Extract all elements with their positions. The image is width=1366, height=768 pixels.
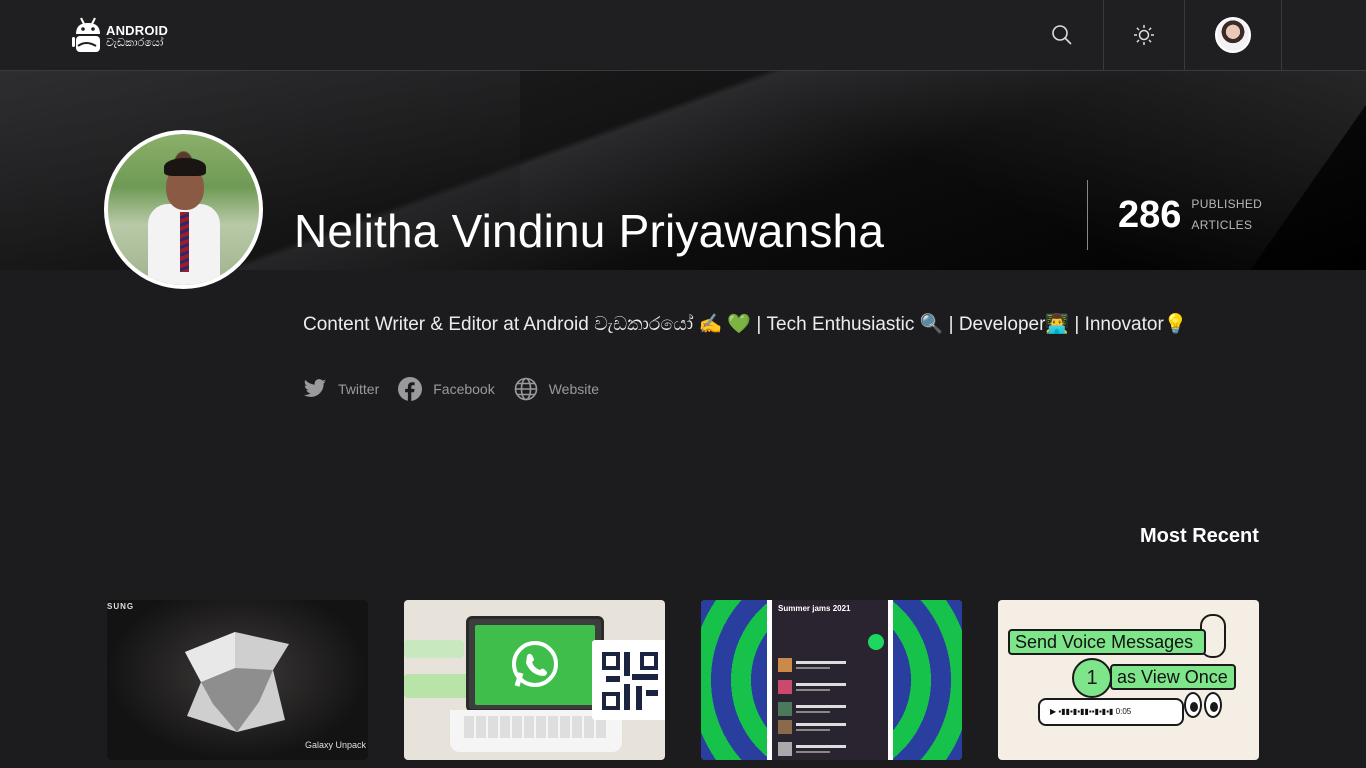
view-once-badge: 1: [1072, 658, 1112, 698]
theme-toggle-button[interactable]: [1103, 0, 1183, 70]
user-menu-button[interactable]: [1184, 0, 1282, 70]
globe-icon: [514, 377, 538, 401]
article-stats: 286 PUBLISHED ARTICLES: [1087, 180, 1262, 250]
social-link-website[interactable]: Website: [514, 377, 599, 401]
article-card[interactable]: Send Voice Messages 1 as View Once ▶ ▪▮▮…: [998, 600, 1259, 760]
user-avatar: [1215, 17, 1251, 53]
voice-player-preview: ▶ ▪▮▮▪▮▪▮▮▪▪▮▪▮▪▮ 0:05: [1038, 698, 1184, 726]
twitter-icon: [303, 379, 326, 397]
sun-icon: [1133, 25, 1154, 45]
article-count: 286: [1118, 193, 1182, 236]
article-card[interactable]: Summer jams 2021: [701, 600, 962, 760]
recent-articles-grid: SUNG Galaxy Unpack Summer jams 2021 Send…: [107, 600, 1267, 768]
article-count-label: PUBLISHED ARTICLES: [1191, 197, 1263, 232]
most-recent-heading: Most Recent: [1140, 525, 1259, 547]
play-icon: [868, 634, 884, 650]
article-card[interactable]: [404, 600, 665, 760]
card-headline-line2: as View Once: [1110, 664, 1236, 690]
social-link-label: Facebook: [433, 381, 495, 397]
card-caption: Galaxy Unpack: [305, 740, 367, 750]
playlist-title: Summer jams 2021: [778, 604, 851, 613]
card-headline-line1: Send Voice Messages: [1008, 629, 1206, 655]
card-brand-text: SUNG: [107, 602, 135, 611]
facebook-icon: [398, 377, 423, 401]
search-icon: [1052, 25, 1072, 45]
social-link-label: Website: [548, 381, 600, 397]
author-bio: Content Writer & Editor at Android වැඩකා…: [303, 314, 1188, 335]
logo-text-primary: ANDROID: [106, 22, 169, 38]
site-logo[interactable]: ANDROID වැඩකාරයෝ: [72, 14, 182, 58]
social-link-facebook[interactable]: Facebook: [398, 377, 495, 401]
logo-text-secondary: වැඩකාරයෝ: [106, 36, 164, 49]
article-card[interactable]: SUNG Galaxy Unpack: [107, 600, 368, 760]
social-links: Twitter Facebook Website: [303, 377, 618, 401]
search-button[interactable]: [1022, 0, 1102, 70]
social-link-twitter[interactable]: Twitter: [303, 379, 379, 399]
spotify-playlist-preview: Summer jams 2021: [767, 600, 893, 760]
author-name: Nelitha Vindinu Priyawansha: [294, 205, 885, 257]
voice-duration: 0:05: [1115, 707, 1132, 716]
galaxy-unpacked-logo-icon: [185, 632, 289, 732]
site-header: ANDROID වැඩකාරයෝ: [0, 0, 1366, 71]
whatsapp-icon: [512, 641, 558, 687]
android-logo-icon: [72, 16, 104, 56]
qr-code-icon: [600, 650, 660, 712]
social-link-label: Twitter: [338, 381, 380, 397]
author-avatar: [104, 130, 263, 289]
eyes-icon: [1184, 692, 1224, 720]
